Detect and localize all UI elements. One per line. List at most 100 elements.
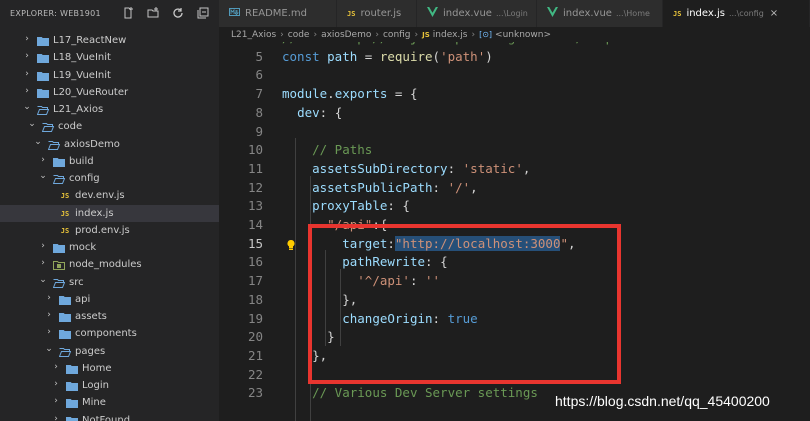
folder-icon	[53, 156, 65, 168]
code-token: const	[282, 48, 328, 64]
collapse-all-icon[interactable]	[196, 6, 210, 20]
tree-item-components[interactable]: › components	[0, 325, 219, 342]
chevron-right-icon[interactable]: ›	[44, 293, 54, 303]
chevron-right-icon[interactable]: ›	[38, 155, 48, 165]
breadcrumb-file[interactable]: index.js	[433, 30, 468, 40]
tab-index-vue-login[interactable]: index.vue ...\Login	[417, 0, 537, 27]
chevron-down-icon[interactable]: ⌄	[38, 171, 48, 181]
tree-item-node-modules[interactable]: › node_modules	[0, 256, 219, 273]
line-number: 22	[247, 366, 263, 382]
chevron-down-icon[interactable]: ⌄	[44, 344, 54, 354]
chevron-down-icon[interactable]: ⌄	[27, 119, 37, 129]
code-editor[interactable]: // see http://vuejs-templates.github.io/…	[219, 42, 810, 421]
code-line[interactable]: 13 proxyTable: {	[219, 197, 810, 216]
tree-item-config[interactable]: ⌄ config	[0, 170, 219, 187]
tree-item-login[interactable]: › Login	[0, 377, 219, 394]
code-token: '/'	[447, 179, 471, 195]
vue-file-icon	[427, 7, 438, 20]
code-line[interactable]: 11 assetsSubDirectory: 'static',	[219, 160, 810, 179]
tree-item-mine[interactable]: › Mine	[0, 394, 219, 411]
chevron-right-icon[interactable]: ›	[51, 379, 61, 389]
tree-item-pages[interactable]: ⌄ pages	[0, 343, 219, 360]
explorer-header: EXPLORER: WEB1901	[0, 0, 219, 26]
tree-item-home[interactable]: › Home	[0, 360, 219, 377]
tree-item-axiosdemo[interactable]: ⌄ axiosDemo	[0, 136, 219, 153]
chevron-right-icon[interactable]: ›	[22, 86, 32, 96]
tree-item-assets[interactable]: › assets	[0, 308, 219, 325]
tree-item-label: dev.env.js	[75, 190, 125, 202]
folder-icon	[37, 35, 49, 47]
code-line[interactable]: 7 module.exports = {	[219, 85, 810, 104]
chevron-right-icon[interactable]: ›	[22, 69, 32, 79]
code-token: )	[485, 48, 493, 64]
refresh-icon[interactable]	[171, 6, 185, 20]
close-icon[interactable]: ×	[770, 8, 778, 19]
tab-index-vue-home[interactable]: index.vue ...\Home	[537, 0, 663, 27]
code-line[interactable]: 10 // Paths	[219, 141, 810, 160]
line-number: 8	[255, 104, 263, 120]
chevron-down-icon[interactable]: ⌄	[33, 137, 43, 147]
folder-icon	[66, 415, 78, 421]
tree-item-l19-vueinit[interactable]: › L19_VueInit	[0, 67, 219, 84]
line-number: 20	[247, 329, 263, 345]
tab-readme-md[interactable]: README.md	[219, 0, 337, 27]
tree-item-index-js[interactable]: JS index.js	[0, 204, 219, 222]
breadcrumb-item[interactable]: L21_Axios	[231, 30, 276, 40]
chevron-right-icon[interactable]: ›	[22, 51, 32, 61]
line-number: 21	[247, 347, 263, 363]
code-line[interactable]: 5 const path = require('path')	[219, 48, 810, 67]
tree-item-code[interactable]: ⌄ code	[0, 118, 219, 135]
breadcrumb-item[interactable]: code	[288, 30, 310, 40]
code-token: // Paths	[312, 142, 373, 158]
tree-item-notfound[interactable]: › NotFound	[0, 412, 219, 421]
tree-item-l20-vuerouter[interactable]: › L20_VueRouter	[0, 84, 219, 101]
code-line[interactable]: 12 assetsPublicPath: '/',	[219, 179, 810, 198]
folder-open-icon	[53, 277, 65, 289]
code-line[interactable]: 6	[219, 66, 810, 85]
new-folder-icon[interactable]	[146, 6, 160, 20]
chevron-right-icon[interactable]: ›	[51, 362, 61, 372]
code-token: path	[327, 48, 358, 64]
code-token: 'static'	[462, 160, 523, 176]
js-file-icon: JS	[60, 209, 70, 218]
chevron-down-icon[interactable]: ⌄	[38, 275, 48, 285]
chevron-down-icon[interactable]: ⌄	[22, 102, 32, 112]
tab-label: index.js	[686, 8, 725, 19]
chevron-right-icon[interactable]: ›	[38, 241, 48, 251]
code-line[interactable]: 9	[219, 123, 810, 142]
tree-item-l17-reactnew[interactable]: › L17_ReactNew	[0, 32, 219, 49]
tree-item-src[interactable]: ⌄ src	[0, 274, 219, 291]
chevron-right-icon[interactable]: ›	[51, 396, 61, 406]
symbol-icon: [⊙]	[479, 30, 493, 39]
tree-item-label: L19_VueInit	[53, 69, 111, 81]
tree-item-prod-env-js[interactable]: JS prod.env.js	[0, 222, 219, 239]
tree-item-dev-env-js[interactable]: JS dev.env.js	[0, 187, 219, 204]
watermark: https://blog.csdn.net/qq_45400200	[555, 393, 770, 409]
chevron-right-icon[interactable]: ›	[44, 310, 54, 320]
tree-item-mock[interactable]: › mock	[0, 239, 219, 256]
breadcrumb-symbol[interactable]: <unknown>	[495, 30, 551, 40]
chevron-right-icon[interactable]: ›	[44, 327, 54, 337]
code-token: exports	[334, 86, 388, 102]
tree-item-label: Login	[82, 380, 109, 392]
tree-item-api[interactable]: › api	[0, 291, 219, 308]
chevron-right-icon[interactable]: ›	[22, 34, 32, 44]
tree-item-label: NotFound	[82, 414, 131, 421]
lightbulb-icon[interactable]	[286, 239, 296, 254]
tree-item-build[interactable]: › build	[0, 153, 219, 170]
tab-router-js[interactable]: JS router.js	[337, 0, 417, 27]
chevron-right-icon: ›	[280, 29, 284, 40]
tab-index-js-config[interactable]: JS index.js ...\config ×	[663, 0, 810, 27]
chevron-right-icon[interactable]: ›	[51, 414, 61, 421]
folder-icon	[59, 328, 71, 340]
chevron-right-icon[interactable]: ›	[38, 258, 48, 268]
tree-item-label: src	[69, 276, 84, 288]
tree-item-l21-axios[interactable]: ⌄ L21_Axios	[0, 101, 219, 118]
breadcrumb-item[interactable]: config	[383, 30, 411, 40]
code-line[interactable]: 8 dev: {	[219, 104, 810, 123]
new-file-icon[interactable]	[121, 6, 135, 20]
breadcrumb-item[interactable]: axiosDemo	[321, 30, 371, 40]
tree-item-l18-vueinit[interactable]: › L18_VueInit	[0, 49, 219, 66]
code-token: : {	[319, 104, 343, 120]
